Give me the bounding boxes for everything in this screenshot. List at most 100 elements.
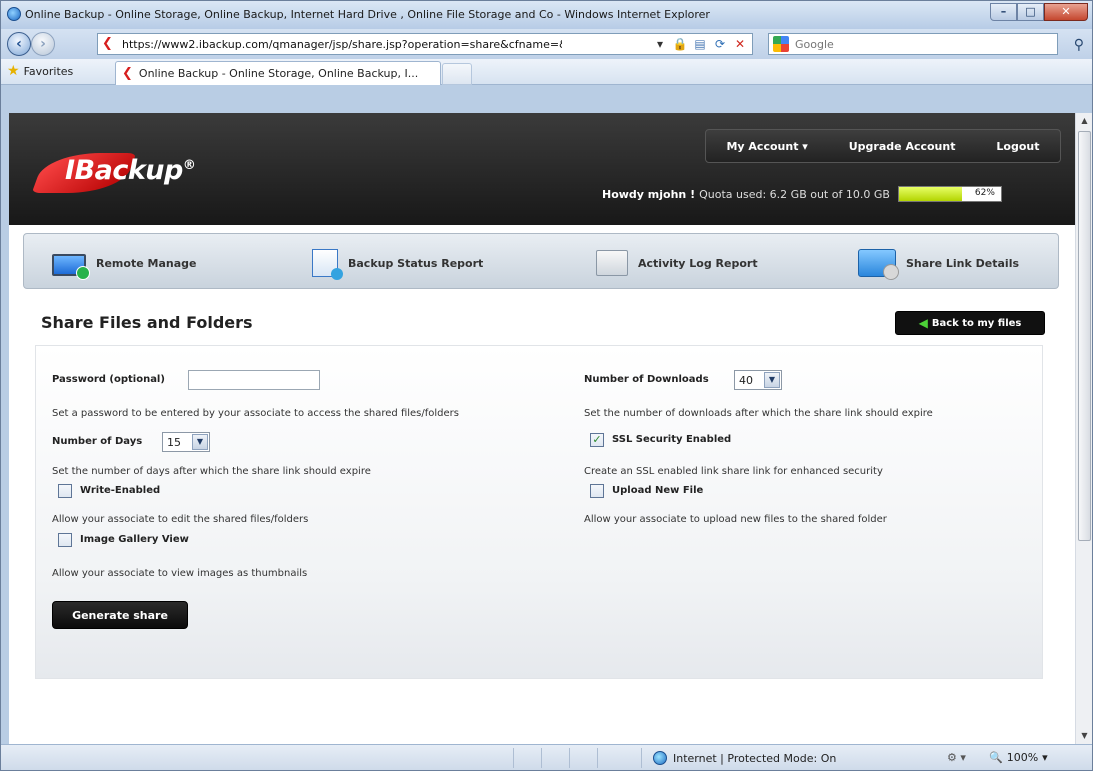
security-zone-text: Internet | Protected Mode: On <box>673 751 837 765</box>
vertical-scrollbar[interactable]: ▲ ▼ <box>1075 113 1092 744</box>
back-to-my-files-label: Back to my files <box>931 317 1022 329</box>
quota-text: Quota used: 6.2 GB out of 10.0 GB <box>699 187 890 201</box>
nav-share-link-label: Share Link Details <box>906 256 1020 270</box>
new-tab-button[interactable] <box>442 63 472 85</box>
search-magnifier-icon[interactable]: ⚲ <box>1074 37 1084 53</box>
quota-info: Howdy mjohn ! Quota used: 6.2 GB out of … <box>602 186 1002 202</box>
page-title: Share Files and Folders <box>41 313 253 332</box>
search-input[interactable] <box>795 37 995 51</box>
zoom-magnifier-icon: 🔍 <box>989 751 1003 764</box>
lock-icon[interactable]: 🔒 <box>672 36 688 52</box>
status-divider <box>641 748 642 768</box>
password-label: Password (optional) <box>52 374 165 385</box>
dropdown-arrow-icon[interactable]: ▾ <box>652 36 668 52</box>
logo-text: IBackup® <box>65 155 196 186</box>
favorites-star-icon: ★ <box>7 63 20 79</box>
favorites-button[interactable]: ★ Favorites <box>7 64 73 78</box>
browser-tab-active[interactable]: ❮ Online Backup - Online Storage, Online… <box>115 61 441 85</box>
nav-remote-manage[interactable]: Remote Manage <box>52 248 197 280</box>
quota-percent: 62% <box>974 188 995 198</box>
activity-log-icon <box>596 250 628 276</box>
stop-icon[interactable]: ✕ <box>732 36 748 52</box>
quota-progress-fill <box>898 187 963 201</box>
page-viewport: IBackup® My Account ▾ Upgrade Account Lo… <box>9 113 1075 744</box>
close-button[interactable]: ✕ <box>1044 3 1088 21</box>
ssl-security-checkbox[interactable]: ✓ <box>590 433 604 447</box>
image-gallery-label[interactable]: Image Gallery View <box>80 534 189 545</box>
chevron-down-icon: ▼ <box>764 372 780 388</box>
security-zone[interactable]: Internet | Protected Mode: On <box>653 751 836 765</box>
address-bar-actions: ▾ 🔒 ▤ ⟳ ✕ <box>652 36 752 52</box>
scroll-down-icon[interactable]: ▼ <box>1076 728 1093 744</box>
search-box[interactable] <box>768 33 1058 55</box>
status-bar: Internet | Protected Mode: On ⚙ ▾ 🔍 100%… <box>1 744 1092 770</box>
nav-activity-log-report[interactable]: Activity Log Report <box>596 248 758 278</box>
forward-button[interactable]: › <box>31 32 55 56</box>
back-to-my-files-button[interactable]: ◀ Back to my files <box>895 311 1045 335</box>
upgrade-account-link[interactable]: Upgrade Account <box>849 140 956 153</box>
favorites-bar: ★ Favorites ❮ Online Backup - Online Sto… <box>1 59 1092 85</box>
address-url[interactable]: https://www2.ibackup.com/qmanager/jsp/sh… <box>122 38 562 51</box>
upload-new-file-label[interactable]: Upload New File <box>612 485 703 496</box>
report-document-icon <box>312 249 343 280</box>
chevron-down-icon: ▼ <box>192 434 208 450</box>
downloads-label: Number of Downloads <box>584 374 709 385</box>
refresh-icon[interactable]: ⟳ <box>712 36 728 52</box>
upload-new-file-help: Allow your associate to upload new files… <box>584 514 887 525</box>
tab-title: Online Backup - Online Storage, Online B… <box>138 67 419 80</box>
downloads-help: Set the number of downloads after which … <box>584 408 933 419</box>
write-enabled-checkbox[interactable] <box>58 484 72 498</box>
days-select[interactable]: 15 ▼ <box>162 432 210 452</box>
image-gallery-checkbox[interactable] <box>58 533 72 547</box>
window-titlebar[interactable]: Online Backup - Online Storage, Online B… <box>1 1 1092 29</box>
status-divider <box>513 748 514 768</box>
nav-backup-status-report[interactable]: Backup Status Report <box>312 248 484 280</box>
upload-new-file-checkbox[interactable] <box>590 484 604 498</box>
ibackup-logo[interactable]: IBackup® <box>31 143 239 193</box>
globe-icon <box>653 751 667 765</box>
chevron-down-icon: ▾ <box>1042 751 1048 764</box>
browser-window: Online Backup - Online Storage, Online B… <box>0 0 1093 771</box>
window-controls: – □ ✕ <box>990 3 1088 21</box>
zoom-level: 100% <box>1006 751 1039 764</box>
quota-progress-bar: 62% <box>897 186 1002 202</box>
maximize-button[interactable]: □ <box>1017 3 1044 21</box>
nav-backup-status-label: Backup Status Report <box>348 256 484 270</box>
write-enabled-help: Allow your associate to edit the shared … <box>52 514 309 525</box>
feature-nav: Remote Manage Backup Status Report Activ… <box>23 233 1059 289</box>
minimize-button[interactable]: – <box>990 3 1017 21</box>
ssl-security-help: Create an SSL enabled link share link fo… <box>584 466 883 477</box>
nav-share-link-details[interactable]: Share Link Details <box>858 248 1020 280</box>
window-title: Online Backup - Online Storage, Online B… <box>25 8 710 21</box>
days-label: Number of Days <box>52 436 143 447</box>
page-title-row: Share Files and Folders ◀ Back to my fil… <box>23 297 1059 343</box>
days-help: Set the number of days after which the s… <box>52 466 371 477</box>
status-divider <box>569 748 570 768</box>
scroll-up-icon[interactable]: ▲ <box>1076 113 1093 129</box>
tab-favicon-icon: ❮ <box>122 66 133 81</box>
status-divider <box>541 748 542 768</box>
compatibility-view-icon[interactable]: ▤ <box>692 36 708 52</box>
ssl-security-label[interactable]: SSL Security Enabled <box>612 434 731 445</box>
downloads-select[interactable]: 40 ▼ <box>734 370 782 390</box>
back-button[interactable]: ‹ <box>7 32 31 56</box>
write-enabled-label[interactable]: Write-Enabled <box>80 485 160 496</box>
password-input[interactable] <box>188 370 320 390</box>
zoom-control[interactable]: 🔍 100% ▾ <box>989 751 1048 764</box>
my-account-menu[interactable]: My Account ▾ <box>726 140 807 153</box>
favorites-label: Favorites <box>23 64 74 78</box>
address-bar[interactable]: ❮ https://www2.ibackup.com/qmanager/jsp/… <box>97 33 753 55</box>
days-value: 15 <box>167 435 181 449</box>
google-icon <box>773 36 789 52</box>
logout-link[interactable]: Logout <box>996 140 1039 153</box>
image-gallery-help: Allow your associate to view images as t… <box>52 568 308 579</box>
internet-explorer-icon <box>7 7 21 21</box>
password-help: Set a password to be entered by your ass… <box>52 408 459 419</box>
protected-mode-icon[interactable]: ⚙ ▾ <box>947 751 966 764</box>
greeting-text: Howdy mjohn ! <box>602 187 696 201</box>
nav-remote-manage-label: Remote Manage <box>96 256 197 270</box>
generate-share-button[interactable]: Generate share <box>52 601 188 629</box>
account-menu: My Account ▾ Upgrade Account Logout <box>705 129 1061 163</box>
scrollbar-thumb[interactable] <box>1078 131 1091 541</box>
arrow-left-icon: ◀ <box>918 316 928 330</box>
